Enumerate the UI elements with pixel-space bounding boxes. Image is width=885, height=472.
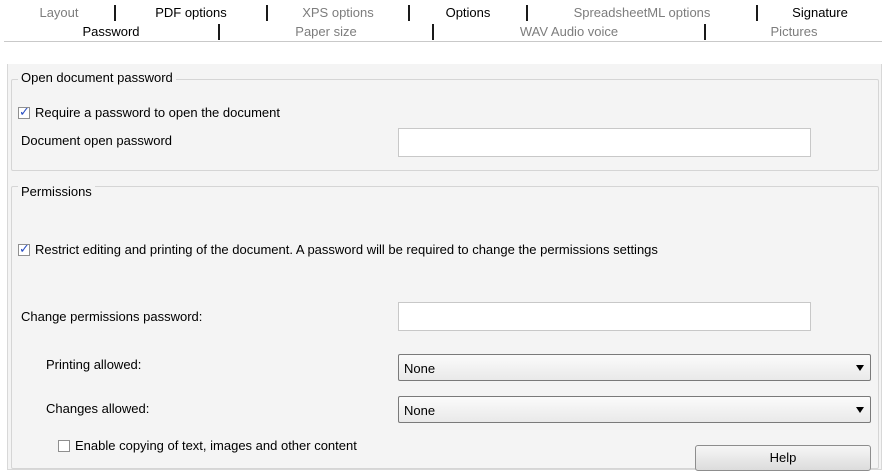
open-password-group-title: Open document password bbox=[18, 70, 176, 85]
dropdown-arrow-icon bbox=[856, 365, 864, 371]
tab-pictures[interactable]: Pictures bbox=[706, 22, 882, 42]
help-button[interactable]: Help bbox=[695, 445, 871, 471]
changes-allowed-label: Changes allowed: bbox=[46, 401, 150, 416]
tab-row-2: Password Paper size WAV Audio voice Pict… bbox=[4, 22, 882, 42]
tab-password[interactable]: Password bbox=[4, 22, 218, 42]
tab-paper-size[interactable]: Paper size bbox=[220, 22, 432, 42]
tab-options[interactable]: Options bbox=[410, 3, 526, 23]
enable-copying-checkbox[interactable] bbox=[58, 440, 70, 452]
tab-layout[interactable]: Layout bbox=[4, 3, 114, 23]
tab-xps-options[interactable]: XPS options bbox=[268, 3, 408, 23]
document-open-password-label: Document open password bbox=[21, 133, 173, 148]
require-password-label[interactable]: Require a password to open the document bbox=[35, 105, 280, 120]
open-password-group bbox=[11, 79, 879, 171]
tab-signature[interactable]: Signature bbox=[758, 3, 882, 23]
password-tab-panel: Open document password ✓ Require a passw… bbox=[7, 64, 882, 471]
dropdown-arrow-icon bbox=[856, 407, 864, 413]
changes-allowed-value: None bbox=[404, 403, 436, 418]
checkmark-icon: ✓ bbox=[19, 241, 30, 256]
tab-spreadsheetml-options[interactable]: SpreadsheetML options bbox=[528, 3, 756, 23]
change-permissions-password-field[interactable] bbox=[398, 302, 811, 331]
changes-allowed-select[interactable]: None bbox=[398, 396, 871, 423]
printing-allowed-label: Printing allowed: bbox=[46, 357, 142, 372]
tab-wav-audio-voice[interactable]: WAV Audio voice bbox=[434, 22, 704, 42]
printing-allowed-value: None bbox=[404, 361, 436, 376]
document-open-password-field[interactable] bbox=[398, 128, 811, 157]
require-password-checkbox[interactable]: ✓ bbox=[18, 104, 30, 119]
checkmark-icon: ✓ bbox=[19, 104, 30, 119]
permissions-group-title: Permissions bbox=[18, 184, 95, 199]
tab-row-1: Layout PDF options XPS options Options S… bbox=[4, 3, 882, 23]
change-permissions-password-label: Change permissions password: bbox=[21, 309, 203, 324]
enable-copying-label[interactable]: Enable copying of text, images and other… bbox=[75, 438, 357, 453]
restrict-editing-checkbox[interactable]: ✓ bbox=[18, 241, 30, 256]
restrict-editing-label[interactable]: Restrict editing and printing of the doc… bbox=[35, 242, 658, 257]
printing-allowed-select[interactable]: None bbox=[398, 354, 871, 381]
tab-pdf-options[interactable]: PDF options bbox=[116, 3, 266, 23]
